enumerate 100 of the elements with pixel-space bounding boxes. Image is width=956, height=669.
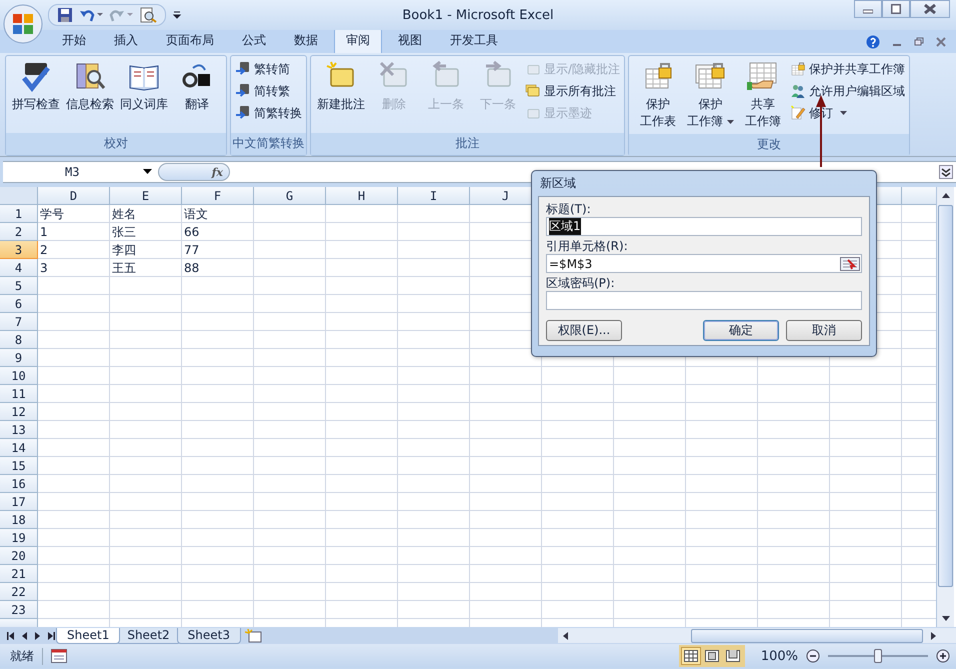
row-header[interactable]: 12 — [0, 403, 38, 421]
customize-caret-icon[interactable] — [172, 10, 182, 20]
column-header[interactable]: E — [110, 187, 182, 205]
ribbon-button[interactable]: 拼写检查 — [10, 58, 62, 131]
save-icon[interactable] — [57, 7, 73, 23]
column-header[interactable]: D — [38, 187, 110, 205]
pencil-icon — [790, 105, 806, 121]
range-picker-icon[interactable] — [840, 256, 860, 270]
row-header[interactable]: 15 — [0, 457, 38, 475]
maximize-button[interactable] — [882, 0, 910, 18]
ribbon-button[interactable]: 翻译 — [172, 58, 222, 131]
scroll-left-icon[interactable] — [562, 632, 570, 640]
sheet-tab[interactable]: Sheet3 — [176, 628, 241, 644]
ribbon-button[interactable]: 信息检索 — [64, 58, 116, 131]
scroll-thumb[interactable] — [691, 628, 923, 642]
ribbon-button[interactable]: 保护 工作簿 — [685, 58, 736, 132]
input-field[interactable]: 区域1 — [546, 217, 862, 236]
zoom-level[interactable]: 100% — [760, 648, 798, 664]
input-field[interactable]: =$M$3 — [546, 254, 862, 273]
restore-icon[interactable] — [914, 36, 924, 46]
users-icon — [790, 83, 806, 99]
ribbon-tab[interactable]: 开始 — [50, 28, 98, 53]
minimize-button[interactable] — [854, 0, 882, 18]
sheet-tab[interactable]: Sheet1 — [56, 628, 120, 644]
row-header[interactable]: 20 — [0, 547, 38, 565]
horizontal-scrollbar[interactable] — [558, 628, 956, 643]
status-text: 就绪 — [10, 648, 43, 664]
table-cell-text: 1 — [39, 224, 49, 241]
ribbon-button[interactable]: 同义词库 — [118, 58, 170, 131]
row-header[interactable]: 1 — [0, 205, 38, 223]
slider-thumb[interactable] — [874, 649, 882, 663]
close-icon[interactable] — [936, 36, 946, 46]
dialog-button[interactable]: 权限(E)... — [546, 320, 622, 341]
dialog-button[interactable]: 取消 — [786, 320, 862, 341]
row-header[interactable]: 21 — [0, 565, 38, 583]
column-header[interactable]: I — [398, 187, 470, 205]
row-header[interactable]: 13 — [0, 421, 38, 439]
row-header[interactable]: 22 — [0, 583, 38, 601]
ribbon-tab[interactable]: 公式 — [230, 28, 278, 53]
row-header[interactable]: 16 — [0, 475, 38, 493]
row-header[interactable]: 17 — [0, 493, 38, 511]
view-button[interactable] — [680, 647, 701, 665]
scroll-thumb[interactable] — [938, 205, 953, 587]
ribbon-tab[interactable]: 开发工具 — [438, 28, 510, 53]
print-preview-icon[interactable] — [139, 7, 157, 23]
ribbon-button[interactable]: 繁转简 — [235, 60, 302, 78]
column-header[interactable]: H — [326, 187, 398, 205]
ribbon-tab[interactable]: 插入 — [102, 28, 150, 53]
ribbon-tab[interactable]: 视图 — [386, 28, 434, 53]
row-header[interactable]: 4 — [0, 259, 38, 277]
ribbon-tab[interactable]: 页面布局 — [154, 28, 226, 53]
vertical-scrollbar[interactable] — [936, 187, 954, 627]
insert-function-button[interactable]: fx — [158, 163, 230, 181]
row-header[interactable]: 5 — [0, 277, 38, 295]
column-header[interactable]: F — [182, 187, 254, 205]
ribbon-tab[interactable]: 审阅 — [334, 28, 382, 53]
row-header[interactable]: 2 — [0, 223, 38, 241]
row-header[interactable]: 14 — [0, 439, 38, 457]
ribbon-button[interactable]: 新建批注 — [315, 58, 367, 131]
table-cell-text: 语文 — [183, 206, 209, 223]
row-header[interactable]: 6 — [0, 295, 38, 313]
help-icon[interactable] — [866, 34, 880, 48]
row-header[interactable]: 23 — [0, 601, 38, 619]
sheet-nav-icon[interactable] — [6, 630, 17, 640]
notes-icon — [525, 83, 541, 99]
table-cell-text: 王五 — [111, 260, 137, 277]
ribbon-button[interactable]: 显示所有批注 — [525, 82, 620, 100]
macro-record-icon[interactable] — [51, 649, 67, 663]
ribbon-tab[interactable]: 数据 — [282, 28, 330, 53]
row-header[interactable]: 18 — [0, 511, 38, 529]
scroll-up-icon[interactable] — [942, 192, 950, 198]
row-header[interactable]: 3 — [0, 241, 38, 259]
scroll-down-icon[interactable] — [942, 616, 950, 622]
column-header[interactable]: G — [254, 187, 326, 205]
expand-icon[interactable] — [939, 165, 953, 179]
ribbon-button[interactable]: 简转繁 — [235, 82, 302, 100]
ribbon-button[interactable]: 保护 工作表 — [633, 58, 684, 132]
ribbon-button[interactable]: 共享 工作簿 — [738, 58, 788, 132]
ribbon-button[interactable]: 修订 — [790, 104, 906, 122]
zoom-out-icon[interactable] — [806, 649, 820, 663]
insert-sheet-icon[interactable] — [244, 628, 263, 642]
input-field[interactable] — [546, 291, 862, 310]
row-header[interactable]: 10 — [0, 367, 38, 385]
dropdown-icon — [143, 169, 152, 175]
ribbon-button[interactable]: 保护并共享工作簿 — [790, 60, 906, 78]
zoom-in-icon[interactable] — [936, 649, 950, 663]
row-header[interactable]: 9 — [0, 349, 38, 367]
close-button[interactable] — [910, 0, 950, 18]
dialog-button[interactable]: 确定 — [703, 320, 779, 341]
scroll-right-icon[interactable] — [929, 632, 937, 640]
ribbon-button[interactable]: 简繁转换 — [235, 104, 302, 122]
row-header[interactable]: 7 — [0, 313, 38, 331]
row-header[interactable]: 11 — [0, 385, 38, 403]
name-box[interactable]: M3 — [3, 162, 158, 182]
table-cell-text: 张三 — [111, 224, 137, 241]
ribbon-button[interactable]: 允许用户编辑区域 — [790, 82, 906, 100]
sheet-nav-icon[interactable] — [45, 630, 56, 640]
row-header[interactable]: 19 — [0, 529, 38, 547]
row-header[interactable]: 8 — [0, 331, 38, 349]
table-cell-text: 88 — [183, 260, 200, 277]
